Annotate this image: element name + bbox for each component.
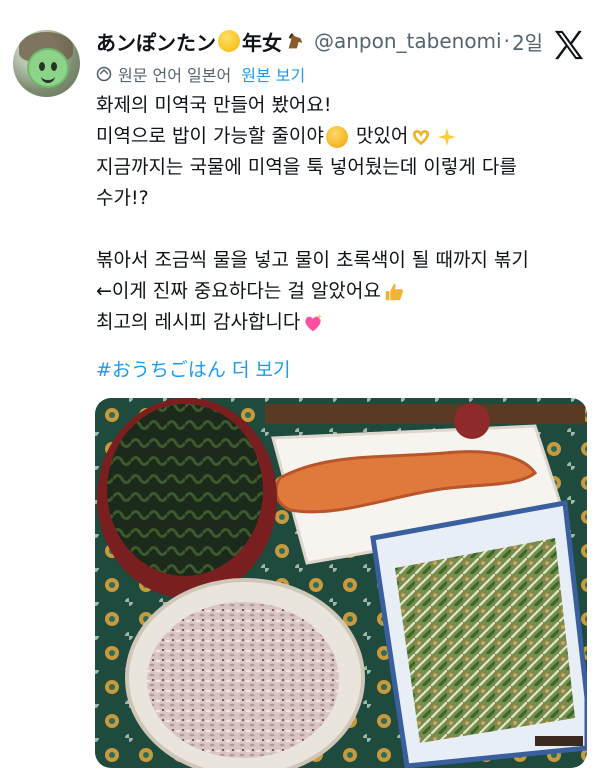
display-name[interactable]: あンぽンたン [96, 27, 216, 56]
text-line: 미역으로 밥이 가능할 줄이야 맛있어 [96, 121, 591, 152]
avatar-face-sticker [27, 48, 69, 88]
show-more-link[interactable]: 더 보기 [232, 359, 290, 381]
heart-hands-emoji-icon [413, 129, 430, 145]
translation-label: 원문 언어 일본어 [118, 66, 232, 85]
multigrain-rice [147, 602, 339, 758]
text-line: 볶아서 조금씩 물을 넣고 물이 초록색이 될 때까지 볶기 [96, 249, 529, 271]
sparkles-emoji-icon [438, 127, 457, 146]
smiling-emoji-icon [218, 30, 240, 52]
show-original-link[interactable]: 원본 보기 [241, 62, 305, 86]
mizuna-salad [395, 538, 575, 743]
translation-notice: 원문 언어 일본어 원본 보기 [96, 62, 305, 86]
hashtag-link[interactable]: #おうちごはん [96, 359, 226, 381]
horse-emoji-icon [288, 33, 303, 49]
text-line: ←이게 진짜 중요하다는 걸 알았어요 [96, 276, 591, 307]
text-line: 최고의 레시피 감사합니다 [96, 307, 591, 338]
name-suffix: 年女 [242, 30, 282, 55]
x-logo-icon[interactable] [552, 28, 586, 62]
timestamp[interactable]: 2일 [512, 27, 543, 56]
hashtag-line: #おうちごはん 더 보기 [96, 355, 290, 382]
surprised-emoji-icon [325, 125, 348, 148]
text-line: 수가!? [96, 187, 149, 209]
user-handle[interactable]: @anpon_tabenomi [314, 29, 502, 53]
tweet-header: あンぽンたン 年女 @anpon_tabenomi · 2일 [96, 26, 543, 56]
seaweed-soup [107, 404, 263, 576]
text-line: 화제의 미역국 만들어 봤어요! [96, 94, 332, 116]
tweet-photo[interactable] [95, 398, 587, 768]
separator-dot: · [503, 29, 510, 53]
translate-icon [96, 66, 112, 82]
umeboshi [454, 403, 490, 439]
text-line: 지금까지는 국물에 미역을 툭 넣어뒀는데 이렇게 다를 [96, 156, 517, 178]
thumbs-up-emoji-icon [385, 283, 403, 300]
tweet-text: 화제의 미역국 만들어 봤어요! 미역으로 밥이 가능할 줄이야 맛있어 지금까… [96, 90, 591, 338]
sparkling-heart-emoji-icon [305, 313, 323, 331]
avatar[interactable] [13, 30, 80, 97]
